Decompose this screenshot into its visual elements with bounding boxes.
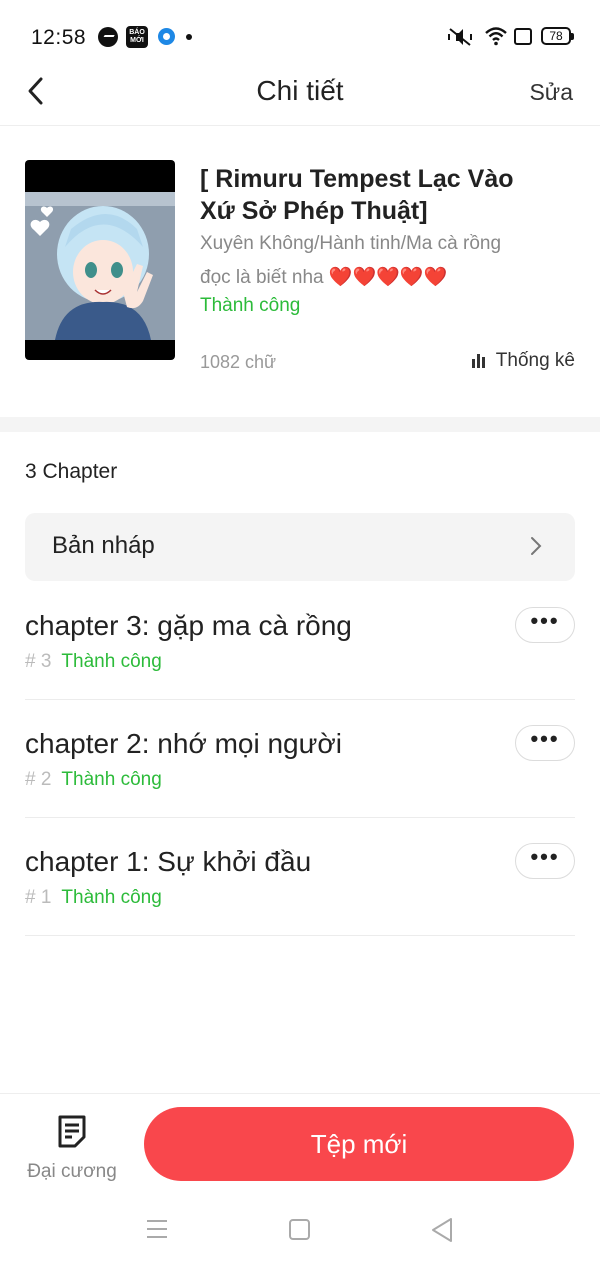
chapter-title: chapter 1: Sự khởi đầu xyxy=(25,846,312,877)
story-info: [ Rimuru Tempest Lạc Vào Xứ Sở Phép Thuậ… xyxy=(0,127,600,417)
outline-button[interactable]: Đại cương xyxy=(16,1110,128,1185)
story-description: đọc là biết nha ❤️❤️❤️❤️❤️ xyxy=(200,267,448,288)
chapter-count: 3 Chapter xyxy=(25,460,118,483)
header: Chi tiết Sửa xyxy=(0,74,600,126)
chapter-number: # 2 xyxy=(25,769,52,790)
chapter-number: # 3 xyxy=(25,651,52,672)
chapter-status: Thành công xyxy=(61,651,162,672)
status-time: 12:58 xyxy=(31,26,87,49)
chapter-meta: # 2 Thành công xyxy=(25,769,162,791)
story-status: Thành công xyxy=(200,295,301,316)
stats-button[interactable]: Thống kê xyxy=(471,350,575,372)
more-icon: ••• xyxy=(530,608,560,633)
stats-label: Thống kê xyxy=(495,350,575,371)
bottom-bar: Đại cương Tệp mới xyxy=(0,1093,600,1203)
section-divider xyxy=(0,417,600,432)
bar-chart-icon xyxy=(471,354,488,368)
draft-label: Bản nháp xyxy=(52,532,155,559)
silent-icon xyxy=(448,28,472,46)
chapter-item[interactable]: chapter 3: gặp ma cà rồng # 3 Thành công… xyxy=(25,582,575,700)
cover-artwork xyxy=(25,192,175,340)
back-triangle-icon[interactable] xyxy=(430,1217,454,1243)
battery-icon: 78 xyxy=(541,27,574,45)
status-bar: 12:58 BÁO MỚI 78 xyxy=(0,0,600,74)
more-options-button[interactable]: ••• xyxy=(515,725,575,761)
chapter-meta: # 1 Thành công xyxy=(25,887,162,909)
chapter-meta: # 3 Thành công xyxy=(25,651,162,673)
more-options-button[interactable]: ••• xyxy=(515,843,575,879)
baomoi-icon: BÁO MỚI xyxy=(126,26,148,48)
sim-icon xyxy=(514,28,532,45)
story-cover-image[interactable] xyxy=(25,160,175,360)
chapter-item[interactable]: chapter 1: Sự khởi đầu # 1 Thành công ••… xyxy=(25,818,575,936)
chapter-title: chapter 3: gặp ma cà rồng xyxy=(25,610,352,641)
chapter-list: chapter 3: gặp ma cà rồng # 3 Thành công… xyxy=(25,582,575,936)
more-options-button[interactable]: ••• xyxy=(515,607,575,643)
more-icon: ••• xyxy=(530,844,560,869)
messenger-icon xyxy=(98,27,118,47)
story-title: [ Rimuru Tempest Lạc Vào Xứ Sở Phép Thuậ… xyxy=(200,165,514,225)
chevron-right-icon xyxy=(531,537,542,555)
page-title: Chi tiết xyxy=(256,75,344,106)
word-count: 1082 chữ xyxy=(200,352,277,372)
outline-label: Đại cương xyxy=(27,1161,117,1182)
app-circle-icon xyxy=(158,28,175,45)
chapter-title: chapter 2: nhớ mọi người xyxy=(25,728,342,759)
more-icon: ••• xyxy=(530,726,560,751)
chapter-number: # 1 xyxy=(25,887,52,908)
outline-document-icon xyxy=(58,1115,86,1148)
edit-button[interactable]: Sửa xyxy=(529,77,573,107)
draft-row[interactable]: Bản nháp xyxy=(25,513,575,581)
chapter-status: Thành công xyxy=(61,769,162,790)
wifi-icon xyxy=(485,27,507,46)
new-file-button[interactable]: Tệp mới xyxy=(144,1107,574,1181)
chapter-item[interactable]: chapter 2: nhớ mọi người # 2 Thành công … xyxy=(25,700,575,818)
story-genre: Xuyên Không/Hành tinh/Ma cà rồng xyxy=(200,233,502,254)
chapter-status: Thành công xyxy=(61,887,162,908)
recent-apps-icon[interactable] xyxy=(146,1219,168,1239)
notification-dot xyxy=(186,34,192,40)
system-nav-bar xyxy=(0,1203,600,1267)
home-icon[interactable] xyxy=(289,1219,310,1240)
